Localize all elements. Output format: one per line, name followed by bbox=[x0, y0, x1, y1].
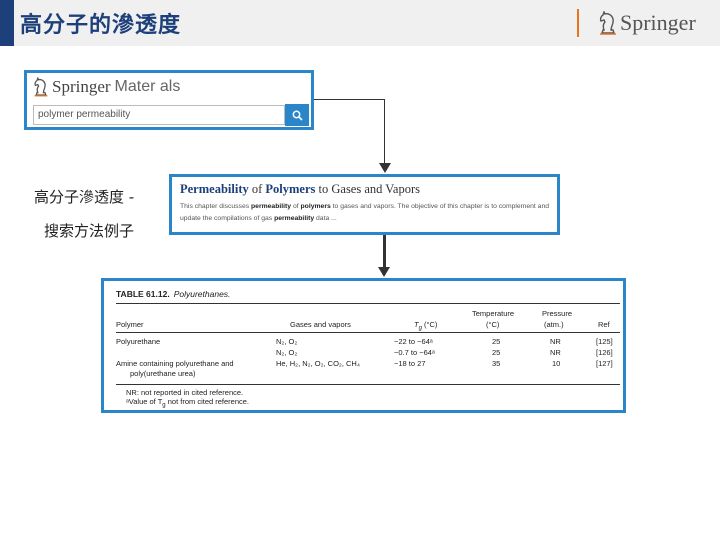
cell-polymer: Polyurethane bbox=[116, 337, 161, 346]
logo-word-springer: Springer bbox=[52, 77, 111, 96]
slide-header: 高分子的滲透度 Springer bbox=[0, 0, 720, 46]
springer-logo: Springer bbox=[598, 9, 696, 37]
header-pressure-unit: (atm.) bbox=[544, 320, 564, 329]
header-gases: Gases and vapors bbox=[290, 320, 351, 329]
header-polymer: Polymer bbox=[116, 320, 144, 329]
desc-text: This chapter discusses bbox=[180, 203, 252, 210]
cell-polymer-cont: poly(urethane urea) bbox=[130, 369, 196, 378]
search-input[interactable]: polymer permeability bbox=[33, 105, 285, 125]
caption-line-1: 高分子滲透度 - bbox=[34, 188, 135, 206]
accent-bar bbox=[0, 0, 14, 46]
connector-line bbox=[383, 235, 386, 268]
cell-tg: −0.7 to −64ᵃ bbox=[394, 348, 435, 357]
tg-unit: (°C) bbox=[421, 320, 438, 329]
table-notes: NR: not reported in cited reference. ᵃVa… bbox=[126, 388, 249, 411]
table-rule bbox=[116, 384, 620, 385]
cell-pressure: NR bbox=[550, 348, 561, 357]
connector-line bbox=[384, 99, 385, 164]
result-description: This chapter discusses permeability of p… bbox=[180, 201, 555, 225]
cell-polymer: Amine containing polyurethane and bbox=[116, 359, 234, 368]
result-title[interactable]: Permeability of Polymers to Gases and Va… bbox=[180, 182, 420, 197]
table-rule bbox=[116, 303, 620, 304]
connector-line bbox=[314, 99, 385, 100]
springer-wordmark: Springer bbox=[620, 10, 696, 35]
desc-text: data ... bbox=[314, 215, 337, 222]
cell-gases: N₂, O₂ bbox=[276, 348, 298, 357]
arrowhead bbox=[378, 267, 390, 277]
chess-knight-icon bbox=[34, 77, 48, 97]
desc-text: of bbox=[291, 203, 301, 210]
arrowhead bbox=[379, 163, 391, 173]
desc-highlight: permeability bbox=[274, 215, 315, 222]
table-name: Polyurethanes. bbox=[173, 289, 231, 299]
header-ref: Ref bbox=[598, 320, 610, 329]
springer-materials-search-panel: Springer Mater als polymer permeability bbox=[24, 70, 314, 130]
cell-temperature: 35 bbox=[492, 359, 501, 368]
note-text: not from cited reference. bbox=[165, 397, 250, 406]
header-divider bbox=[577, 9, 579, 37]
springer-materials-logo: Springer Mater als bbox=[33, 77, 180, 97]
header-temperature-unit: (°C) bbox=[486, 320, 500, 329]
cell-gases: N₂, O₂ bbox=[276, 337, 298, 346]
chess-knight-icon bbox=[599, 11, 616, 35]
header-tg: Tg (°C) bbox=[414, 320, 437, 332]
cell-tg: −18 to 27 bbox=[394, 359, 426, 368]
table-number: TABLE 61.12. bbox=[116, 289, 170, 299]
cell-ref: [127] bbox=[596, 359, 613, 368]
cell-temperature: 25 bbox=[492, 337, 501, 346]
title-text: of bbox=[248, 182, 266, 196]
note-tg: ᵃValue of Tg not from cited reference. bbox=[126, 397, 249, 411]
title-highlight: Polymers bbox=[265, 182, 316, 196]
search-button[interactable] bbox=[285, 104, 309, 126]
cell-temperature: 25 bbox=[492, 348, 501, 357]
search-icon bbox=[292, 110, 303, 121]
desc-highlight: permeability bbox=[251, 203, 292, 210]
logo-word-materials: Mater als bbox=[114, 78, 181, 95]
cell-ref: [125] bbox=[596, 337, 613, 346]
header-pressure: Pressure bbox=[542, 309, 573, 318]
title-highlight: Permeability bbox=[180, 182, 249, 196]
table-caption: TABLE 61.12. Polyurethanes. bbox=[116, 289, 230, 299]
cell-pressure: 10 bbox=[552, 359, 561, 368]
cell-pressure: NR bbox=[550, 337, 561, 346]
note-text: ᵃValue of T bbox=[126, 397, 163, 406]
cell-tg: −22 to −64ᵃ bbox=[394, 337, 433, 346]
cell-gases: He, H₂, N₂, O₂, CO₂, CH₄ bbox=[276, 359, 360, 368]
desc-highlight: polymers bbox=[300, 203, 331, 210]
cell-ref: [126] bbox=[596, 348, 613, 357]
title-text: to Gases and Vapors bbox=[315, 182, 421, 196]
note-nr: NR: not reported in cited reference. bbox=[126, 388, 244, 397]
search-result-card[interactable]: Permeability of Polymers to Gases and Va… bbox=[169, 174, 560, 235]
data-table-panel: TABLE 61.12. Polyurethanes. Polymer Gases… bbox=[101, 278, 626, 413]
page-title: 高分子的滲透度 bbox=[20, 13, 182, 38]
table-rule bbox=[116, 332, 620, 333]
header-temperature: Temperature bbox=[472, 309, 515, 318]
caption-line-2: 搜索方法例子 bbox=[44, 222, 135, 240]
